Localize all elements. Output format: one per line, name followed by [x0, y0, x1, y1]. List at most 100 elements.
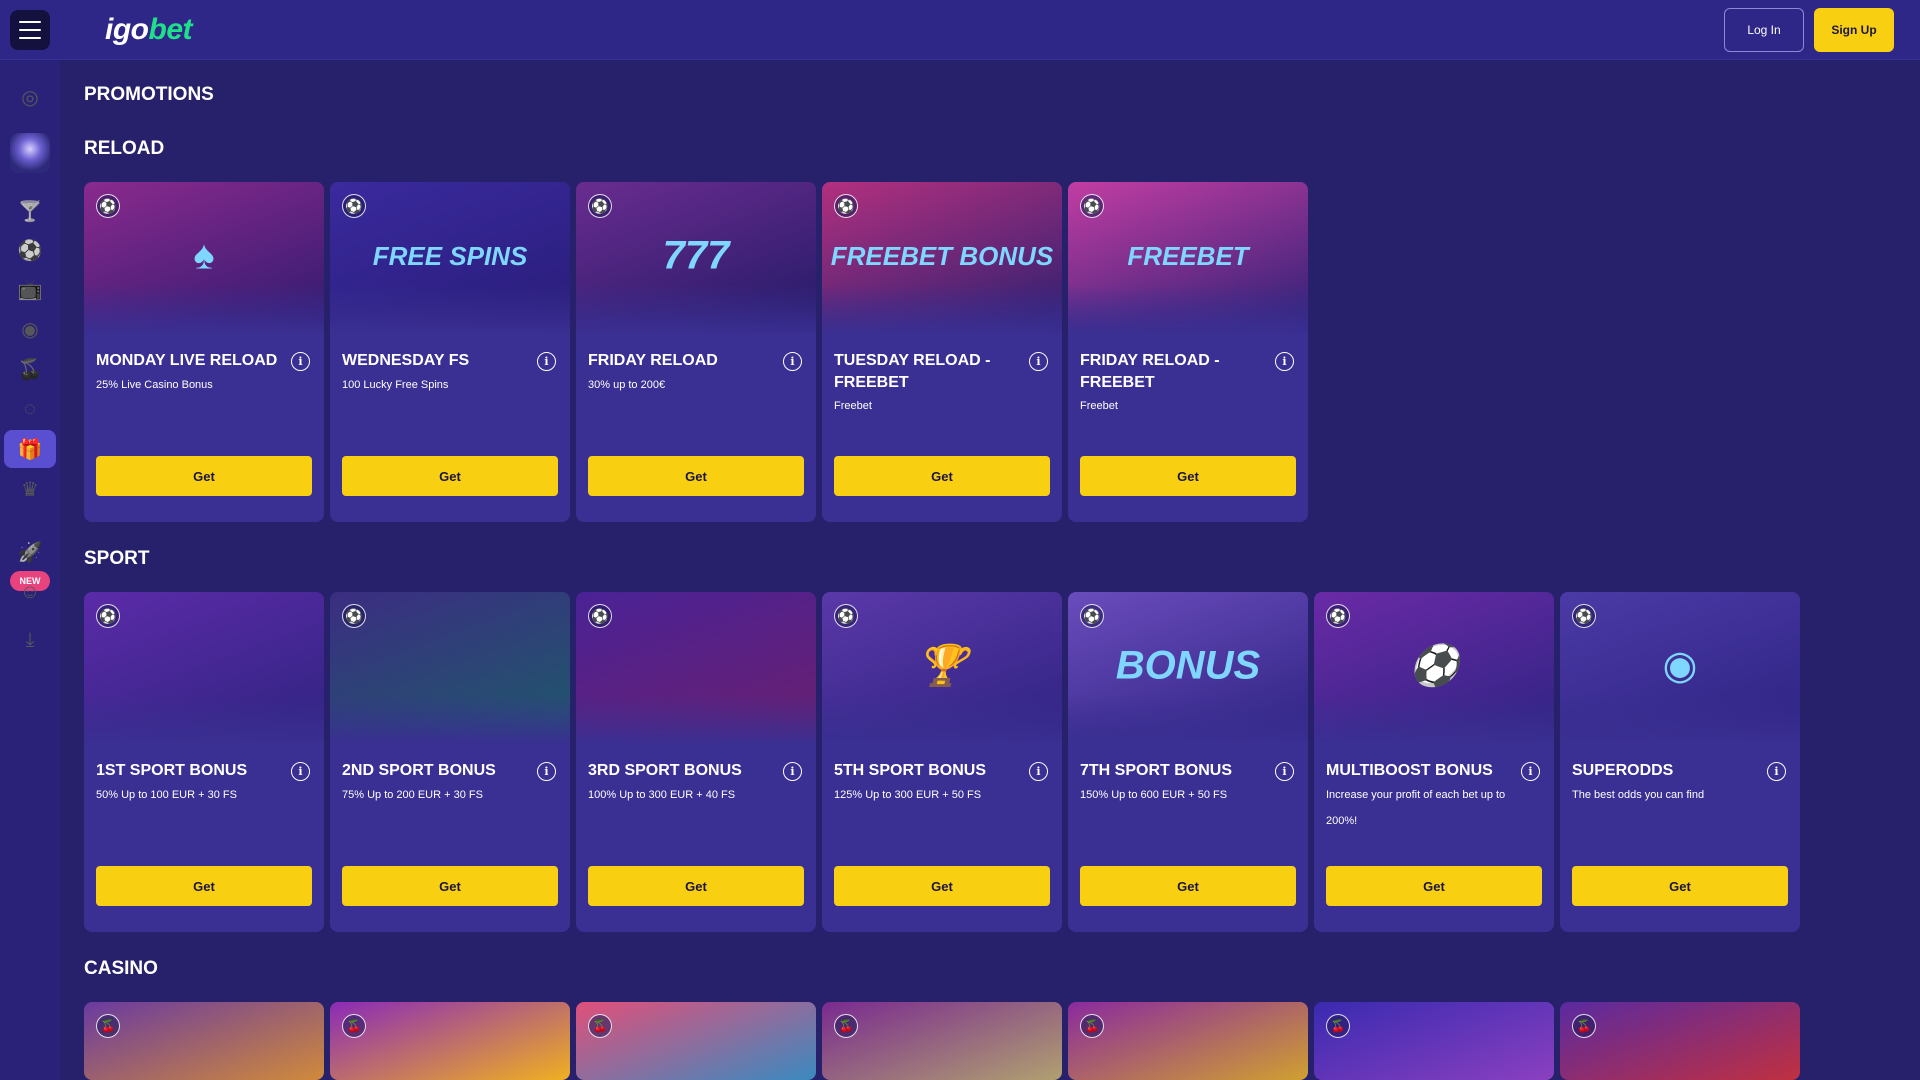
promo-title: 1ST SPORT BONUS: [96, 762, 248, 779]
sidebar-target-item[interactable]: ◎: [4, 78, 56, 116]
promo-artwork: 777: [662, 233, 730, 278]
info-icon[interactable]: i: [1029, 762, 1048, 781]
info-icon[interactable]: i: [291, 762, 310, 781]
sidebar-rocket-item[interactable]: 🚀: [4, 533, 56, 571]
get-button[interactable]: Get: [342, 456, 558, 496]
igobet-logo[interactable]: igo bet: [105, 10, 192, 50]
sidebar-gift-item[interactable]: 🎁: [4, 430, 56, 468]
get-button[interactable]: Get: [588, 866, 804, 906]
cherries-badge-icon: 🍒: [588, 1014, 612, 1038]
info-icon[interactable]: i: [537, 352, 556, 371]
goblet-icon: 🍸: [17, 200, 43, 223]
promo-artwork: FREEBET BONUS: [830, 240, 1054, 271]
top-header: igo bet Log In Sign Up: [0, 0, 1920, 60]
sport-badge-icon: ⚽: [1326, 604, 1350, 628]
get-button[interactable]: Get: [834, 456, 1050, 496]
promo-card[interactable]: FREEBET ⚽ FRIDAY RELOAD - FREEBET i Freebet G…: [1068, 182, 1308, 522]
promo-artwork: BONUS: [1115, 643, 1261, 688]
get-button[interactable]: Get: [1326, 866, 1542, 906]
promo-description: 100% Up to 300 EUR + 40 FS: [588, 789, 736, 801]
get-button[interactable]: Get: [1080, 456, 1296, 496]
section-title-casino: CASINO: [84, 958, 158, 979]
promo-title: FRIDAY RELOAD: [588, 352, 718, 369]
sidebar-roulette-item[interactable]: ◌: [4, 390, 56, 428]
get-button[interactable]: Get: [96, 866, 312, 906]
promo-description: 150% Up to 600 EUR + 50 FS: [1080, 789, 1228, 801]
promo-image: 🏆: [822, 592, 1062, 744]
promo-image: FREEBET: [1068, 182, 1308, 334]
promo-title: 3RD SPORT BONUS: [588, 762, 742, 779]
sidebar-download-item[interactable]: ⤓: [4, 621, 56, 659]
promo-card[interactable]: FREE SPINS ⚽ WEDNESDAY FS i 100 Lucky Free S…: [330, 182, 570, 522]
promo-card[interactable]: ⚽ ⚽ MULTIBOOST BONUS i Increase your profit …: [1314, 592, 1554, 932]
promo-title: WEDNESDAY FS: [342, 352, 470, 369]
cherries-badge-icon: 🍒: [1572, 1014, 1596, 1038]
casino-promo-card[interactable]: 🍒: [576, 1002, 816, 1080]
promo-artwork: FREEBET: [1127, 240, 1249, 271]
sport-badge-icon: ⚽: [834, 604, 858, 628]
casino-promo-card[interactable]: 🍒: [1068, 1002, 1308, 1080]
promo-card[interactable]: ⚽ 1ST SPORT BONUS i 50% Up to 100 EUR + 30 …: [84, 592, 324, 932]
promo-title: FRIDAY RELOAD - FREEBET: [1080, 352, 1220, 391]
get-button[interactable]: Get: [1572, 866, 1788, 906]
promo-artwork: FREE SPINS: [372, 240, 528, 271]
get-button[interactable]: Get: [834, 866, 1050, 906]
sidebar-cherries-item[interactable]: 🍒: [4, 350, 56, 388]
casino-promo-card[interactable]: 🍒: [1560, 1002, 1800, 1080]
gift-icon: 🎁: [17, 438, 43, 461]
casino-promo-card[interactable]: 🍒: [84, 1002, 324, 1080]
get-button[interactable]: Get: [96, 456, 312, 496]
sidebar-support-agent-item[interactable]: ☺: [4, 573, 56, 611]
casino-promo-card[interactable]: 🍒: [822, 1002, 1062, 1080]
page-title: PROMOTIONS: [84, 84, 214, 105]
info-icon[interactable]: i: [1521, 762, 1540, 781]
signup-button[interactable]: Sign Up: [1814, 8, 1894, 52]
section-title-reload: RELOAD: [84, 138, 165, 159]
sidebar-crown-item[interactable]: ♛: [4, 470, 56, 508]
casino-promo-card[interactable]: 🍒: [330, 1002, 570, 1080]
get-button[interactable]: Get: [1080, 866, 1296, 906]
promo-description: Increase your profit of each bet up to 2…: [1326, 789, 1506, 827]
promo-image: BONUS: [1068, 592, 1308, 744]
sidebar-goblet-item[interactable]: 🍸: [4, 192, 56, 230]
sidebar-soccer-ball-item[interactable]: ⚽: [4, 231, 56, 269]
info-icon[interactable]: i: [1275, 762, 1294, 781]
cherries-badge-icon: 🍒: [834, 1014, 858, 1038]
promo-image: ⚽: [1314, 592, 1554, 744]
info-icon[interactable]: i: [783, 762, 802, 781]
promo-image: ◉: [1560, 592, 1800, 744]
promo-card[interactable]: ⚽ 2ND SPORT BONUS i 75% Up to 200 EUR + 30 …: [330, 592, 570, 932]
info-icon[interactable]: i: [783, 352, 802, 371]
promo-title: 7TH SPORT BONUS: [1080, 762, 1233, 779]
promo-description: 25% Live Casino Bonus: [96, 379, 213, 391]
sidebar-chip-item[interactable]: ◉: [4, 310, 56, 348]
promo-card[interactable]: 🏆 ⚽ 5TH SPORT BONUS i 125% Up to 300 EUR + 5…: [822, 592, 1062, 932]
casino-promo-card[interactable]: 🍒: [1314, 1002, 1554, 1080]
logo-text-accent: bet: [148, 13, 193, 46]
info-icon[interactable]: i: [291, 352, 310, 371]
cherries-badge-icon: 🍒: [1326, 1014, 1350, 1038]
promo-title: TUESDAY RELOAD - FREEBET: [834, 352, 991, 391]
promo-card[interactable]: 777 ⚽ FRIDAY RELOAD i 30% up to 200€ Get: [576, 182, 816, 522]
rocket-icon: 🚀: [17, 541, 43, 564]
info-icon[interactable]: i: [1029, 352, 1048, 371]
promo-card[interactable]: BONUS ⚽ 7TH SPORT BONUS i 150% Up to 600 EUR…: [1068, 592, 1308, 932]
promo-card[interactable]: FREEBET BONUS ⚽ TUESDAY RELOAD - FREEBET i F…: [822, 182, 1062, 522]
promo-card[interactable]: ◉ ⚽ SUPERODDS i The best odds you can find Ge…: [1560, 592, 1800, 932]
live-tv-icon: 📺: [17, 278, 43, 301]
info-icon[interactable]: i: [537, 762, 556, 781]
promo-card[interactable]: ♠ ⚽ MONDAY LIVE RELOAD i 25% Live Casino Bon…: [84, 182, 324, 522]
sidebar-live-tv-item[interactable]: 📺: [4, 270, 56, 308]
promo-description: 125% Up to 300 EUR + 50 FS: [834, 789, 982, 801]
info-icon[interactable]: i: [1275, 352, 1294, 371]
get-button[interactable]: Get: [342, 866, 558, 906]
menu-line-icon: [19, 21, 41, 23]
promo-card[interactable]: ⚽ 3RD SPORT BONUS i 100% Up to 300 EUR + 40…: [576, 592, 816, 932]
sidebar-avatar-item[interactable]: [10, 133, 50, 173]
sport-badge-icon: ⚽: [588, 604, 612, 628]
info-icon[interactable]: i: [1767, 762, 1786, 781]
get-button[interactable]: Get: [588, 456, 804, 496]
hamburger-menu-button[interactable]: [10, 10, 50, 50]
sport-badge-icon: ⚽: [1572, 604, 1596, 628]
login-button[interactable]: Log In: [1724, 8, 1804, 52]
